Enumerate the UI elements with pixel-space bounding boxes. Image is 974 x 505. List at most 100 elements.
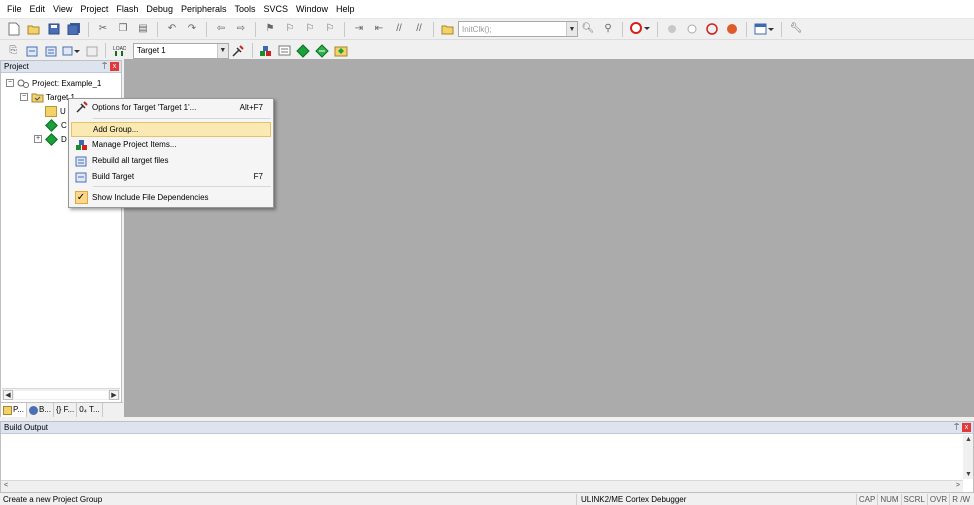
expand-icon[interactable]: + [34,135,42,143]
component-diamond-icon [45,118,58,132]
menu-item-rebuild-all[interactable]: Rebuild all target files [71,153,271,168]
menu-project[interactable]: Project [76,0,112,19]
redo-icon[interactable]: ↷ [184,21,200,37]
collapse-icon[interactable]: − [6,79,14,87]
menu-window[interactable]: Window [292,0,332,19]
menu-item-options-for-target[interactable]: Options for Target 'Target 1'... Alt+F7 [71,100,271,115]
breakpoint-enable-icon[interactable] [684,21,700,37]
scroll-thumb[interactable] [14,391,108,399]
menu-item-label: Show Include File Dependencies [92,193,209,202]
build-icon[interactable] [25,43,40,59]
target-options-icon[interactable] [231,43,246,59]
cut-icon[interactable]: ✂ [95,21,111,37]
chevron-down-icon[interactable]: ▼ [216,43,228,58]
stop-build-icon[interactable] [85,43,100,59]
navigate-back-icon[interactable]: ⇦ [213,21,229,37]
menu-item-label: Options for Target 'Target 1'... [92,103,197,112]
tree-group-label: C [61,120,67,130]
pack-installer-icon[interactable] [296,43,311,59]
comment-icon[interactable]: // [391,21,407,37]
menu-item-show-include-dependencies[interactable]: ✓ Show Include File Dependencies [71,190,271,205]
pin-icon[interactable]: ⍑ [954,422,959,434]
menu-edit[interactable]: Edit [26,0,50,19]
build-output-hscroll[interactable]: < > [1,480,963,492]
open-folder-icon[interactable] [26,21,42,37]
menu-item-shortcut: F7 [253,172,263,181]
select-packs-icon[interactable] [277,43,292,59]
scroll-down-icon[interactable]: ▼ [965,471,972,478]
batch-build-icon[interactable] [62,43,81,59]
tree-item-group-d[interactable]: + D [34,132,67,146]
uncomment-icon[interactable]: // [411,21,427,37]
bookmark-prev-icon[interactable]: ⚐ [282,21,298,37]
bookmark-next-icon[interactable]: ⚐ [302,21,318,37]
collapse-icon[interactable]: − [20,93,28,101]
menu-item-label: Manage Project Items... [92,140,177,149]
manage-project-items-icon[interactable] [258,43,273,59]
save-icon[interactable] [46,21,62,37]
menu-help[interactable]: Help [332,0,359,19]
breakpoint-kill-all-icon[interactable] [724,21,740,37]
target-select[interactable]: Target 1 ▼ [132,42,229,59]
build-toolbar: ⎘ LOAD Target 1 ▼ [0,40,350,61]
tree-item-group-c[interactable]: C [45,118,67,132]
scroll-left-icon[interactable]: ◀ [3,390,13,400]
download-icon[interactable]: LOAD [112,43,127,59]
bookmark-clear-icon[interactable]: ⚐ [322,21,338,37]
status-rw: R /W [949,494,972,505]
tree-item-group-u[interactable]: U [45,104,66,118]
find-icon[interactable]: 🔍︎ [580,21,596,37]
menu-item-add-group[interactable]: Add Group... [71,122,271,137]
tab-templates[interactable]: 0₄ T... [77,403,103,417]
bookmark-icon[interactable]: ⚑ [262,21,278,37]
tab-functions[interactable]: {} F... [54,403,78,417]
function-combo[interactable]: InitClk(); ▼ [458,21,578,37]
build-output-title: Build Output [4,423,49,432]
paste-icon[interactable]: ▤ [135,21,151,37]
tab-books[interactable]: B... [27,403,54,417]
menu-tools[interactable]: Tools [230,0,259,19]
indent-icon[interactable]: ⇥ [351,21,367,37]
navigate-forward-icon[interactable]: ⇨ [233,21,249,37]
translate-icon[interactable]: ⎘ [6,43,21,59]
project-panel-header: Project ⍑ x [1,61,121,73]
copy-icon[interactable]: ❐ [115,21,131,37]
menu-view[interactable]: View [49,0,76,19]
rebuild-icon[interactable] [43,43,58,59]
scroll-up-icon[interactable]: ▲ [965,436,972,443]
manage-run-time-icon[interactable] [315,43,330,59]
menu-flash[interactable]: Flash [112,0,142,19]
build-output-text[interactable] [1,435,963,479]
window-layout-icon[interactable] [753,21,775,37]
menu-file[interactable]: File [3,0,26,19]
menu-peripherals[interactable]: Peripherals [177,0,231,19]
menu-debug[interactable]: Debug [142,0,177,19]
tab-project[interactable]: P... [1,403,27,417]
debug-session-icon[interactable] [629,21,651,37]
chevron-down-icon[interactable]: ▼ [566,22,577,36]
scroll-left-icon[interactable]: < [4,482,8,489]
find-in-files-icon[interactable] [440,21,456,37]
configure-wrench-icon[interactable]: 🔧︎ [788,21,804,37]
menu-svcs[interactable]: SVCS [260,0,293,19]
project-panel-scrollbar[interactable]: ◀ ▶ [2,388,120,400]
scroll-right-icon[interactable]: ▶ [109,390,119,400]
close-icon[interactable]: x [962,423,971,432]
incremental-find-icon[interactable]: ⚲ [600,21,616,37]
scroll-right-icon[interactable]: > [956,482,960,489]
undo-icon[interactable]: ↶ [164,21,180,37]
breakpoint-disable-all-icon[interactable] [704,21,720,37]
tree-item-target[interactable]: − Target 1 [20,90,75,104]
menu-item-build-target[interactable]: Build Target F7 [71,169,271,184]
save-all-icon[interactable] [66,21,82,37]
pin-icon[interactable]: ⍑ [102,61,107,73]
tree-item-project[interactable]: − Project: Example_1 [6,76,101,90]
status-scrl: SCRL [900,494,927,505]
build-output-vscroll[interactable]: ▲ ▼ [963,435,973,479]
menu-item-manage-project-items[interactable]: Manage Project Items... [71,137,271,152]
breakpoint-insert-icon[interactable] [664,21,680,37]
new-file-icon[interactable] [6,21,22,37]
close-icon[interactable]: x [110,62,119,71]
unindent-icon[interactable]: ⇤ [371,21,387,37]
multi-project-icon[interactable] [333,43,348,59]
